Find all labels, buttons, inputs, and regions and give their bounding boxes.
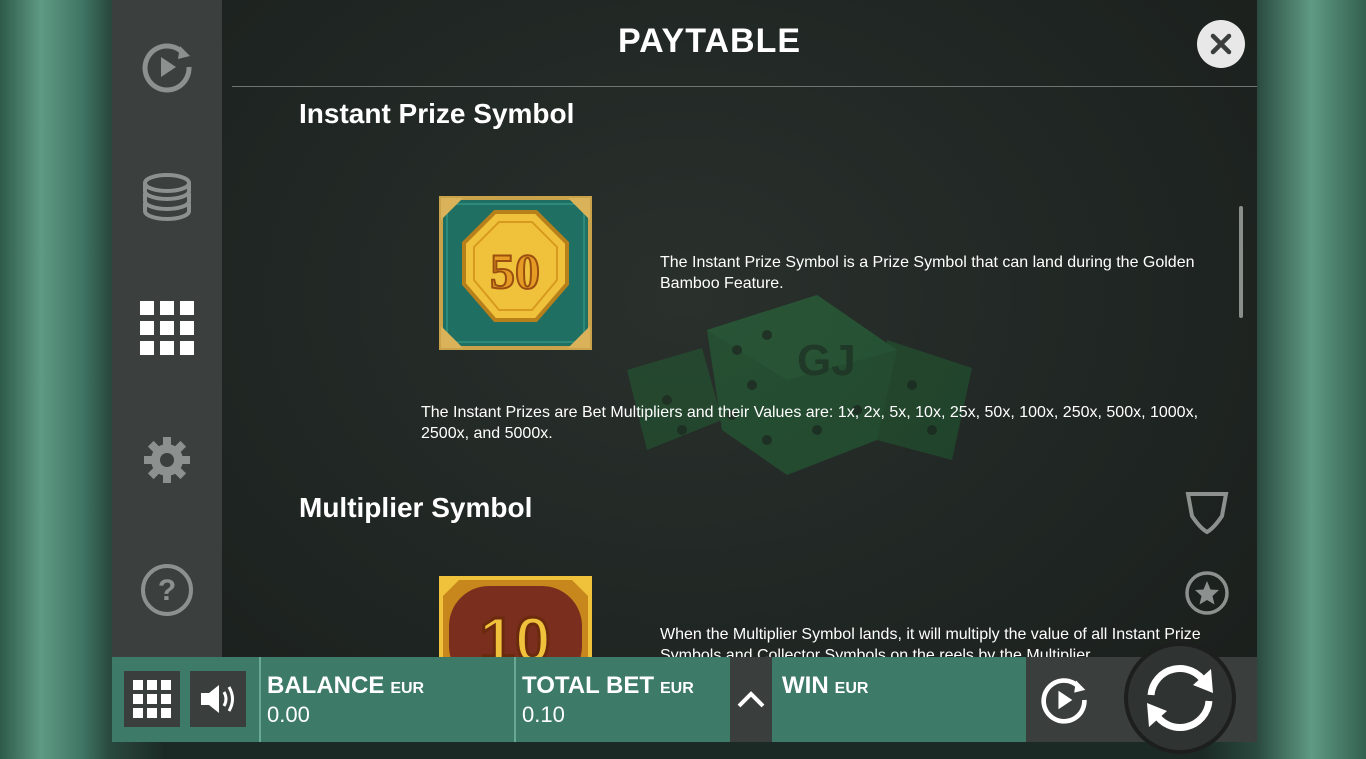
spin-icon xyxy=(1146,664,1213,731)
multiplier-value: 10 xyxy=(479,604,550,657)
win-unit: EUR xyxy=(834,680,869,697)
instant-prize-description: The Instant Prize Symbol is a Prize Symb… xyxy=(660,254,1195,292)
instant-prize-symbol: 50 xyxy=(439,196,592,355)
separator xyxy=(514,657,516,742)
svg-text:?: ? xyxy=(158,574,176,607)
close-button[interactable] xyxy=(1197,20,1245,68)
chevron-up-icon xyxy=(737,690,765,707)
win-label: WIN EUR xyxy=(782,672,868,700)
paytable-panel: PAYTABLE GJ Instant Prize Symbol 50 The … xyxy=(222,0,1257,657)
menu-button[interactable] xyxy=(124,671,180,727)
balance-label: BALANCE EUR xyxy=(267,672,424,700)
bottom-bar: BALANCE EUR 0.00 TOTAL BET EUR 0.10 WIN EUR xyxy=(112,641,1257,754)
sound-button[interactable] xyxy=(190,671,246,727)
multiplier-symbol: 10 xyxy=(439,576,592,657)
left-sidebar: ? xyxy=(112,0,222,657)
balance-value: 0.00 xyxy=(267,702,310,727)
autoplay-icon[interactable] xyxy=(137,37,197,97)
section-heading-instant-prize: Instant Prize Symbol xyxy=(299,98,575,129)
total-bet-label-text: TOTAL BET xyxy=(522,672,654,699)
autoplay-icon xyxy=(1041,677,1087,724)
instant-prize-value: 50 xyxy=(490,243,540,299)
scrollbar[interactable] xyxy=(1239,206,1243,318)
paytable-grid-icon[interactable] xyxy=(137,298,197,358)
win-label-text: WIN xyxy=(782,672,829,699)
title-divider xyxy=(232,86,1257,87)
separator xyxy=(259,657,261,742)
settings-gear-icon[interactable] xyxy=(137,430,197,490)
autoplay-button[interactable] xyxy=(1026,657,1102,742)
dice-watermark-logo: GJ xyxy=(607,290,987,485)
menu-grid-icon xyxy=(133,680,171,718)
total-bet-value[interactable]: 0.10 xyxy=(522,702,565,728)
spin-button[interactable] xyxy=(1123,641,1236,754)
bet-expand-button[interactable] xyxy=(730,657,772,742)
sound-icon xyxy=(201,685,234,713)
spin-area xyxy=(1102,641,1257,754)
star-icon[interactable] xyxy=(1184,570,1230,621)
watermark-logo-text: GJ xyxy=(797,336,856,385)
total-bet-label: TOTAL BET EUR xyxy=(522,672,694,700)
section-heading-multiplier: Multiplier Symbol xyxy=(299,492,533,523)
total-bet-unit: EUR xyxy=(660,680,694,697)
coins-icon[interactable] xyxy=(137,167,197,227)
instant-prize-values: The Instant Prizes are Bet Multipliers a… xyxy=(421,404,1199,442)
close-icon xyxy=(1210,33,1232,55)
help-icon[interactable]: ? xyxy=(137,560,197,620)
balance-unit: EUR xyxy=(390,680,425,697)
game-window: ? PAYTABLE GJ Instant Prize Symbol 50 Th… xyxy=(112,0,1257,754)
shield-icon[interactable] xyxy=(1184,490,1230,541)
page-title: PAYTABLE xyxy=(617,22,802,60)
balance-label-text: BALANCE xyxy=(267,672,385,699)
